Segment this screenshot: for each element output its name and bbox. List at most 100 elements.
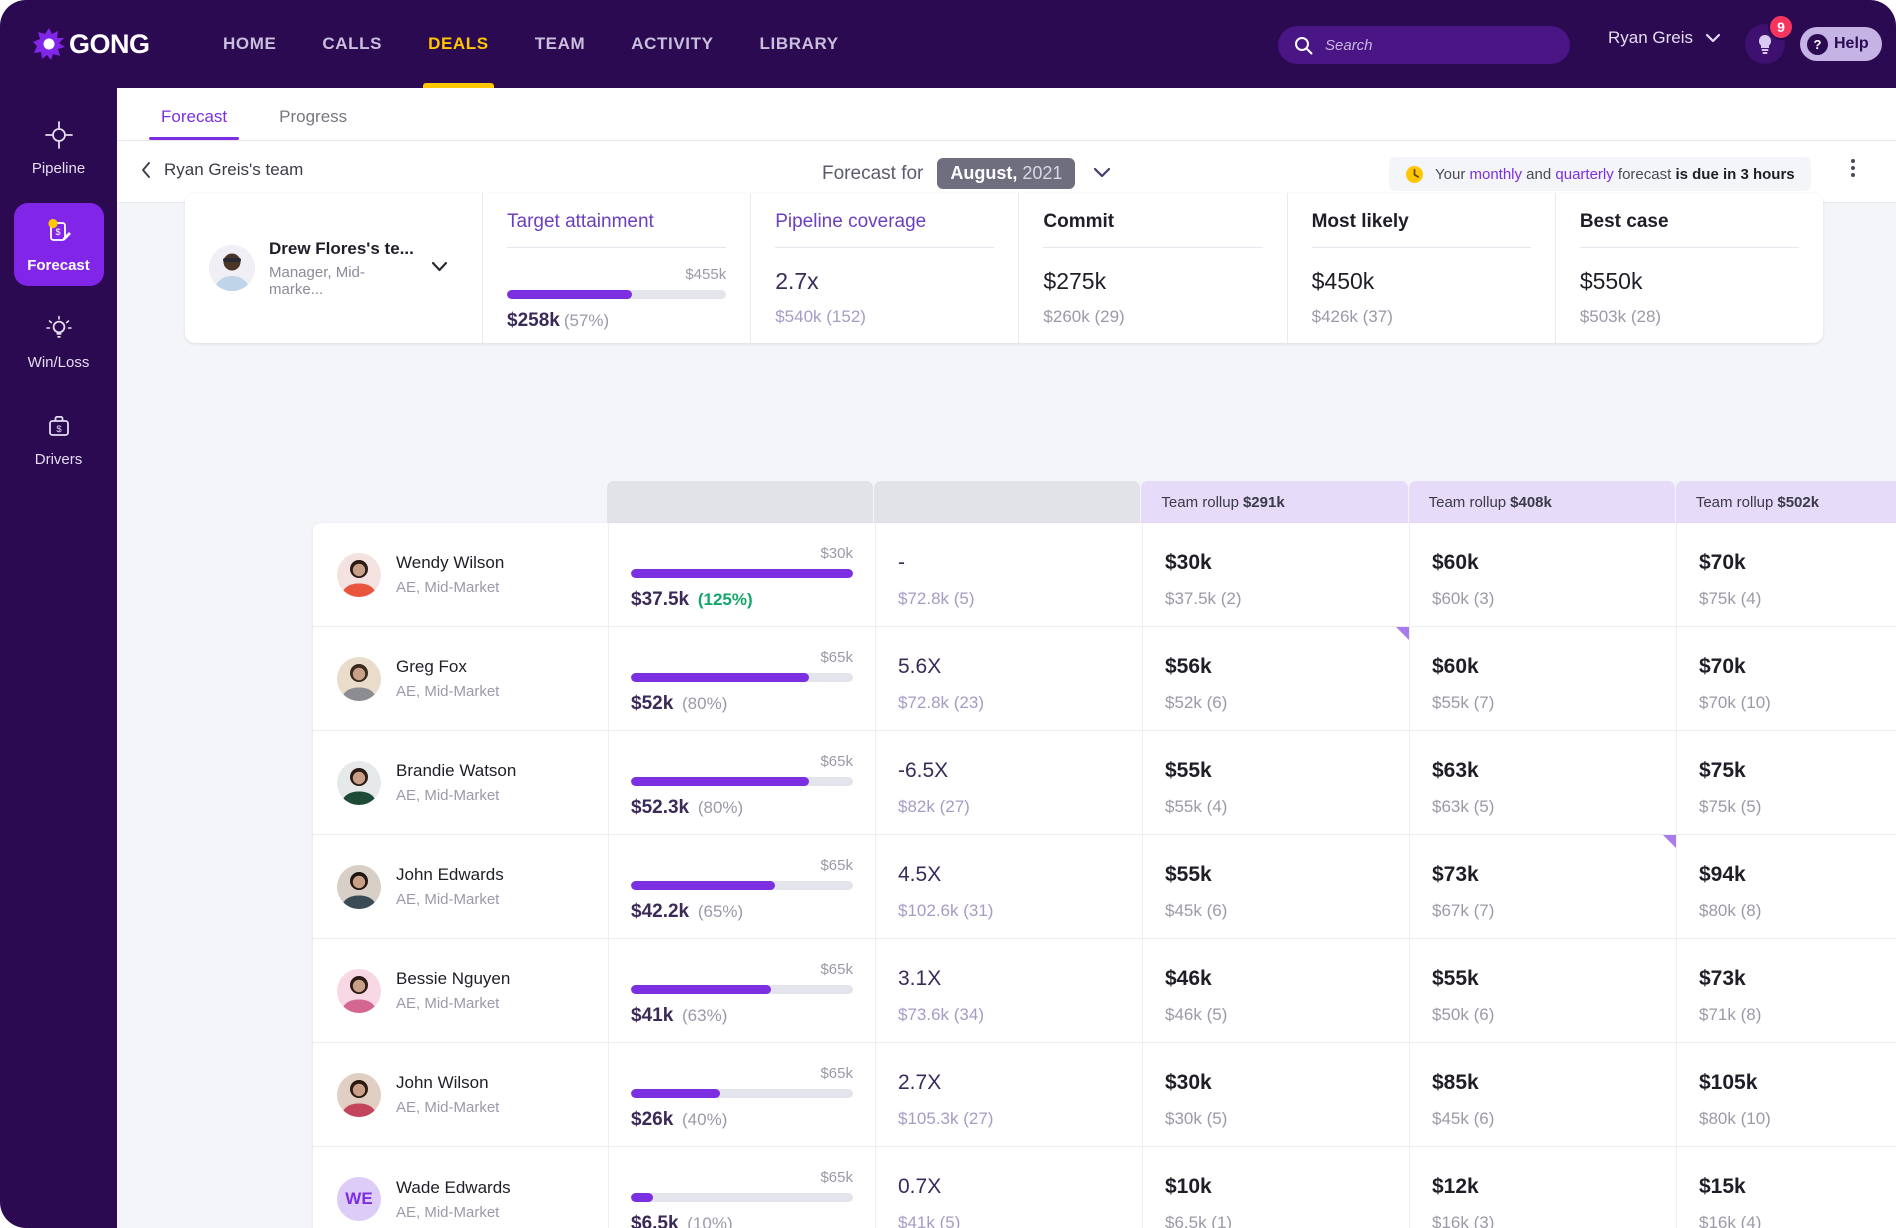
rep-text: John WilsonAE, Mid-Market	[396, 1073, 499, 1116]
commit-cell[interactable]: $10k$6.5k (1)	[1143, 1147, 1410, 1228]
best-case-cell[interactable]: $15k$16k (4)	[1677, 1147, 1896, 1228]
table-row[interactable]: John EdwardsAE, Mid-Market$65k$42.2k (65…	[313, 835, 1896, 939]
nav-item-home[interactable]: HOME	[200, 0, 299, 88]
avatar	[337, 657, 381, 701]
left-sidebar: Pipeline $ Forecast	[0, 88, 117, 1228]
period-dropdown-button[interactable]	[1093, 165, 1111, 183]
breadcrumb[interactable]: Ryan Greis's team	[141, 160, 303, 180]
summary-target-pct: (57%)	[564, 311, 609, 330]
help-button[interactable]: ? Help	[1800, 27, 1882, 61]
forecast-value: $105k	[1699, 1071, 1896, 1095]
forecast-due-alert[interactable]: Your monthly and quarterly forecast is d…	[1389, 157, 1811, 191]
alert-suffix: forecast	[1614, 166, 1676, 183]
global-search[interactable]	[1278, 26, 1570, 64]
table-row[interactable]: Wendy WilsonAE, Mid-Market$30k$37.5k (12…	[313, 523, 1896, 627]
period-pill[interactable]: August, 2021	[937, 158, 1075, 189]
gong-forecast-app: GONG HOME CALLS DEALS TEAM ACTIVITY LIBR…	[0, 0, 1896, 1228]
user-menu[interactable]: Ryan Greis	[1608, 28, 1721, 48]
commit-cell[interactable]: $55k$45k (6)	[1143, 835, 1410, 938]
table-row[interactable]: WEWade EdwardsAE, Mid-Market$65k$6.5k (1…	[313, 1147, 1896, 1228]
tab-forecast[interactable]: Forecast	[155, 107, 233, 140]
nav-item-deals[interactable]: DEALS	[405, 0, 512, 88]
most-likely-cell[interactable]: $60k$55k (7)	[1410, 627, 1677, 730]
rep-text: Wendy WilsonAE, Mid-Market	[396, 553, 504, 596]
period-month: August,	[950, 163, 1017, 184]
best-case-cell[interactable]: $105k$80k (10)	[1677, 1043, 1896, 1146]
sidebar-item-drivers[interactable]: $ Drivers	[14, 397, 104, 480]
search-icon	[1294, 36, 1313, 55]
rep-role: AE, Mid-Market	[396, 579, 504, 596]
target-amount: $42.2k	[631, 901, 689, 922]
team-summary-card: Drew Flores's te... Manager, Mid-marke..…	[185, 193, 1823, 343]
rep-cell[interactable]: Wendy WilsonAE, Mid-Market	[313, 523, 609, 626]
commit-cell[interactable]: $55k$55k (4)	[1143, 731, 1410, 834]
rep-cell[interactable]: Brandie WatsonAE, Mid-Market	[313, 731, 609, 834]
target-cap: $65k	[631, 1065, 853, 1082]
best-case-cell[interactable]: $70k$70k (10)	[1677, 627, 1896, 730]
notification-badge[interactable]: 9	[1768, 14, 1794, 40]
commit-cell[interactable]: $46k$46k (5)	[1143, 939, 1410, 1042]
rep-text: Brandie WatsonAE, Mid-Market	[396, 761, 516, 804]
nav-item-activity[interactable]: ACTIVITY	[608, 0, 736, 88]
forecast-value: $73k	[1432, 863, 1654, 887]
most-likely-cell[interactable]: $63k$63k (5)	[1410, 731, 1677, 834]
rollup-cell-1	[874, 481, 1140, 523]
commit-cell[interactable]: $56k$52k (6)	[1143, 627, 1410, 730]
best-case-cell[interactable]: $94k$80k (8)	[1677, 835, 1896, 938]
commit-cell[interactable]: $30k$37.5k (2)	[1143, 523, 1410, 626]
most-likely-cell[interactable]: $85k$45k (6)	[1410, 1043, 1677, 1146]
target-attainment-cell: $65k$41k (63%)	[609, 939, 876, 1042]
most-likely-cell[interactable]: $73k$67k (7)	[1410, 835, 1677, 938]
most-likely-cell[interactable]: $60k$60k (3)	[1410, 523, 1677, 626]
nav-item-calls[interactable]: CALLS	[299, 0, 405, 88]
owner-expand-button[interactable]	[431, 259, 448, 277]
summary-owner[interactable]: Drew Flores's te... Manager, Mid-marke..…	[185, 193, 483, 343]
target-pct: (65%)	[693, 902, 743, 921]
sidebar-item-forecast[interactable]: $ Forecast	[14, 203, 104, 286]
kebab-dot	[1851, 166, 1855, 170]
table-row[interactable]: Bessie NguyenAE, Mid-Market$65k$41k (63%…	[313, 939, 1896, 1043]
alert-link-quarterly[interactable]: quarterly	[1555, 166, 1613, 183]
best-case-cell[interactable]: $75k$75k (5)	[1677, 731, 1896, 834]
avatar	[337, 761, 381, 805]
rep-name: Bessie Nguyen	[396, 969, 510, 989]
sidebar-item-win-loss[interactable]: Win/Loss	[14, 300, 104, 383]
best-case-cell[interactable]: $70k$75k (4)	[1677, 523, 1896, 626]
forecast-sub: $16k (3)	[1432, 1213, 1654, 1228]
rep-cell[interactable]: John WilsonAE, Mid-Market	[313, 1043, 609, 1146]
best-case-cell[interactable]: $73k$71k (8)	[1677, 939, 1896, 1042]
forecast-value: $55k	[1432, 967, 1654, 991]
avatar	[209, 245, 255, 291]
rep-cell[interactable]: John EdwardsAE, Mid-Market	[313, 835, 609, 938]
sidebar-label-win-loss: Win/Loss	[28, 354, 90, 371]
pipeline-value: -	[898, 551, 1120, 575]
most-likely-cell[interactable]: $55k$50k (6)	[1410, 939, 1677, 1042]
most-likely-cell[interactable]: $12k$16k (3)	[1410, 1147, 1677, 1228]
more-options-button[interactable]	[1851, 159, 1855, 177]
table-row[interactable]: John WilsonAE, Mid-Market$65k$26k (40%)2…	[313, 1043, 1896, 1147]
sidebar-item-pipeline[interactable]: Pipeline	[14, 106, 104, 189]
gong-logo[interactable]: GONG	[32, 27, 162, 61]
rep-role: AE, Mid-Market	[396, 891, 504, 908]
rollup-label: Team rollup	[1429, 494, 1507, 511]
rep-cell[interactable]: Greg FoxAE, Mid-Market	[313, 627, 609, 730]
rep-cell[interactable]: WEWade EdwardsAE, Mid-Market	[313, 1147, 609, 1228]
search-input[interactable]	[1325, 37, 1545, 54]
target-pct: (125%)	[693, 590, 753, 609]
forecast-value: $70k	[1699, 551, 1896, 575]
commit-cell[interactable]: $30k$30k (5)	[1143, 1043, 1410, 1146]
nav-item-team[interactable]: TEAM	[512, 0, 609, 88]
target-amount: $37.5k	[631, 589, 689, 610]
table-row[interactable]: Greg FoxAE, Mid-Market$65k$52k (80%)5.6X…	[313, 627, 1896, 731]
avatar	[337, 969, 381, 1013]
nav-item-library[interactable]: LIBRARY	[737, 0, 862, 88]
alert-link-monthly[interactable]: monthly	[1469, 166, 1522, 183]
alert-mid: and	[1522, 166, 1555, 183]
summary-pipeline-title: Pipeline coverage	[775, 211, 994, 233]
svg-text:$: $	[56, 424, 62, 435]
forecast-sub: $70k (10)	[1699, 693, 1896, 713]
tab-progress[interactable]: Progress	[273, 107, 353, 140]
rep-cell[interactable]: Bessie NguyenAE, Mid-Market	[313, 939, 609, 1042]
table-row[interactable]: Brandie WatsonAE, Mid-Market$65k$52.3k (…	[313, 731, 1896, 835]
pipeline-sub: $41k (5)	[898, 1213, 1120, 1228]
